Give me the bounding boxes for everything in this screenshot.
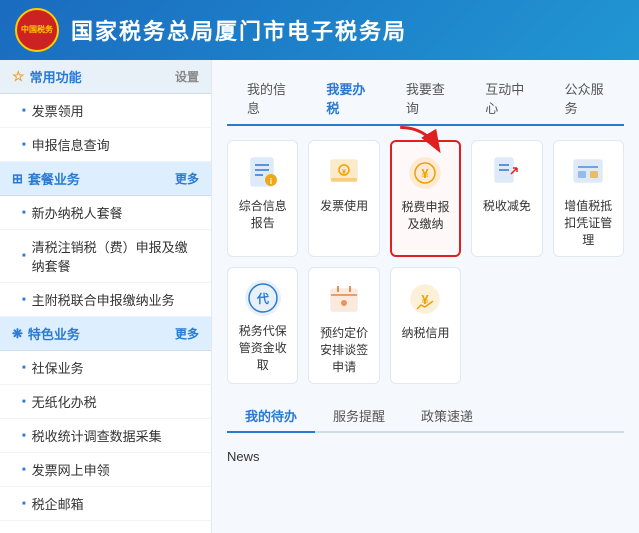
- credit-icon: ¥: [406, 280, 444, 318]
- service-label: 综合信息报告: [234, 197, 291, 231]
- service-item-invoice[interactable]: ¥ 发票使用: [308, 140, 379, 257]
- tab-policy[interactable]: 政策速递: [403, 400, 491, 433]
- svg-text:¥: ¥: [422, 166, 430, 181]
- bottom-tabs: 我的待办 服务提醒 政策速递: [227, 400, 624, 433]
- sidebar-common-label: 常用功能: [30, 67, 82, 86]
- tab-my-info[interactable]: 我的信息: [227, 72, 306, 126]
- sidebar-item[interactable]: 清税注销税（费）申报及缴纳套餐: [0, 230, 211, 283]
- header-title: 国家税务总局厦门市电子税务局: [71, 14, 407, 46]
- sidebar-section-package: ⊞ 套餐业务 更多: [0, 162, 211, 196]
- sidebar-common-setting[interactable]: 设置: [175, 68, 199, 85]
- comprehensive-icon: i: [244, 153, 282, 191]
- sidebar-item[interactable]: 发票领用: [0, 94, 211, 128]
- svg-text:i: i: [270, 177, 272, 186]
- svg-text:代: 代: [256, 291, 269, 306]
- svg-text:¥: ¥: [342, 169, 346, 176]
- tab-my-tasks[interactable]: 我要办税: [306, 72, 385, 126]
- tab-my-query[interactable]: 我要查询: [386, 72, 465, 126]
- sidebar-package-more[interactable]: 更多: [175, 170, 199, 187]
- tab-public[interactable]: 公众服务: [545, 72, 624, 126]
- service-label: 税收减免: [483, 197, 531, 214]
- sidebar-section-common: ☆ 常用功能 设置: [0, 60, 211, 94]
- sidebar-item[interactable]: 主附税联合申报缴纳业务: [0, 283, 211, 317]
- header-logo: 中国税务: [15, 8, 59, 52]
- grid-wrapper: i 综合信息报告 ¥ 发票使用: [227, 140, 624, 384]
- escrow-icon: 代: [245, 280, 281, 316]
- sidebar-section-special: ❋ 特色业务 更多: [0, 317, 211, 351]
- news-section: News: [227, 443, 624, 470]
- tab-interaction[interactable]: 互动中心: [465, 72, 544, 126]
- service-item-credit[interactable]: ¥ 纳税信用: [390, 267, 461, 384]
- flower-icon: ❋: [12, 326, 23, 342]
- main-content: 我的信息 我要办税 我要查询 互动中心 公众服务: [212, 60, 639, 533]
- service-label: 增值税抵扣凭证管理: [560, 197, 617, 248]
- tax-declaration-icon: ¥: [406, 154, 444, 192]
- service-item-tax-reduction[interactable]: 税收减免: [471, 140, 542, 257]
- sidebar-item[interactable]: 税收统计调查数据采集: [0, 419, 211, 453]
- service-item-appointment[interactable]: 预约定价安排谈签申请: [308, 267, 379, 384]
- grid-icon: ⊞: [12, 171, 23, 187]
- tab-pending[interactable]: 我的待办: [227, 400, 315, 433]
- sidebar-item[interactable]: 新办纳税人套餐: [0, 196, 211, 230]
- appointment-icon: [325, 280, 363, 318]
- service-label: 发票使用: [320, 197, 368, 214]
- star-icon: ☆: [12, 68, 25, 85]
- service-item-comprehensive[interactable]: i 综合信息报告: [227, 140, 298, 257]
- service-item-escrow[interactable]: 代 税务代保管资金收取: [227, 267, 298, 384]
- service-item-tax-declaration[interactable]: ¥ 税费申报及缴纳: [390, 140, 461, 257]
- top-nav: 我的信息 我要办税 我要查询 互动中心 公众服务: [227, 72, 624, 126]
- sidebar-item[interactable]: 发票网上申领: [0, 453, 211, 487]
- sidebar-item[interactable]: 无纸化办税: [0, 385, 211, 419]
- sidebar-special-label: 特色业务: [28, 324, 80, 343]
- service-label: 纳税信用: [401, 324, 449, 341]
- sidebar-item[interactable]: 申报信息查询: [0, 128, 211, 162]
- sidebar-item[interactable]: 社保业务: [0, 351, 211, 385]
- header: 中国税务 国家税务总局厦门市电子税务局: [0, 0, 639, 60]
- service-label: 税务代保管资金收取: [234, 322, 291, 373]
- sidebar-item[interactable]: 税企邮箱: [0, 487, 211, 521]
- vat-icon: [569, 153, 607, 191]
- tab-reminders[interactable]: 服务提醒: [315, 400, 403, 433]
- service-label: 税费申报及缴纳: [398, 198, 453, 232]
- service-grid: i 综合信息报告 ¥ 发票使用: [227, 140, 624, 384]
- sidebar-special-more[interactable]: 更多: [175, 325, 199, 342]
- service-label: 预约定价安排谈签申请: [315, 324, 372, 375]
- sidebar: ☆ 常用功能 设置 发票领用 申报信息查询 ⊞ 套餐业务 更多 新办纳税人套餐 …: [0, 60, 212, 533]
- tax-reduction-icon: [488, 153, 526, 191]
- invoice-icon: ¥: [325, 153, 363, 191]
- sidebar-package-label: 套餐业务: [28, 169, 80, 188]
- service-item-vat[interactable]: 增值税抵扣凭证管理: [553, 140, 624, 257]
